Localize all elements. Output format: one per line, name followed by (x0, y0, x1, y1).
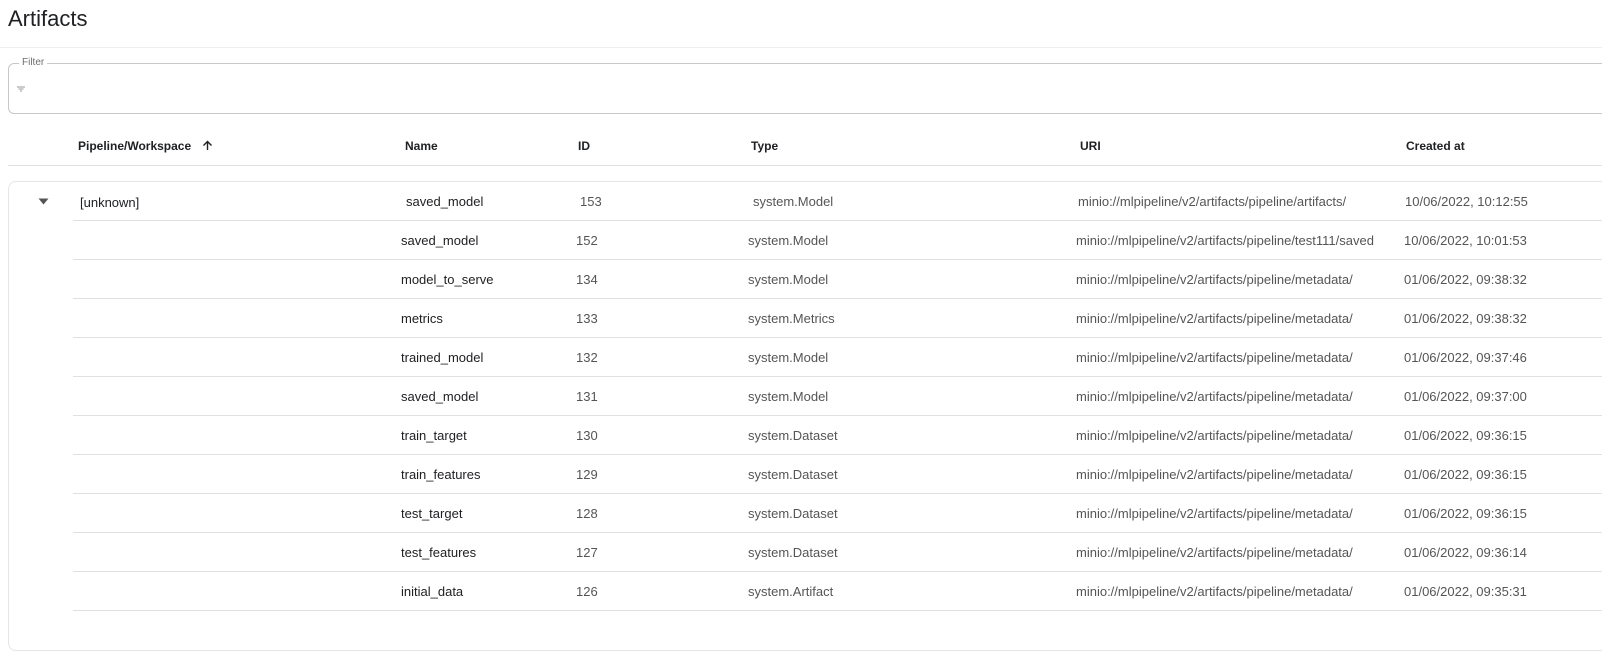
cell-uri: minio://mlpipeline/v2/artifacts/pipeline… (1078, 194, 1347, 209)
filter-icon (17, 86, 25, 92)
cell-created: 01/06/2022, 09:37:46 (1404, 350, 1527, 365)
column-header-name[interactable]: Name (405, 139, 438, 153)
column-header-pipeline[interactable]: Pipeline/Workspace (78, 139, 213, 153)
table-row[interactable]: trained_model 132 system.Model minio://mlpi… (0, 338, 1602, 377)
cell-id: 126 (576, 584, 598, 599)
cell-name[interactable]: initial_data (401, 584, 463, 599)
cell-name[interactable]: test_features (401, 545, 476, 560)
cell-uri: minio://mlpipeline/v2/artifacts/pipeline… (1076, 350, 1353, 365)
cell-type: system.Model (748, 272, 829, 287)
row-divider (73, 610, 1602, 611)
cell-created: 01/06/2022, 09:36:14 (1404, 545, 1527, 560)
cell-id: 127 (576, 545, 598, 560)
cell-name[interactable]: saved_model (401, 233, 478, 248)
cell-id: 153 (580, 194, 602, 209)
cell-created: 01/06/2022, 09:36:15 (1404, 467, 1527, 482)
column-header-id[interactable]: ID (578, 139, 590, 153)
table-row[interactable]: train_features 129 system.Dataset minio://m… (0, 455, 1602, 494)
cell-type: system.Dataset (748, 545, 838, 560)
table-row[interactable]: saved_model 152 system.Model minio://mlpipe… (0, 221, 1602, 260)
cell-id: 131 (576, 389, 598, 404)
cell-created: 10/06/2022, 10:01:53 (1404, 233, 1527, 248)
cell-id: 129 (576, 467, 598, 482)
cell-created: 10/06/2022, 10:12:55 (1405, 194, 1528, 209)
cell-id: 128 (576, 506, 598, 521)
cell-type: system.Metrics (748, 311, 835, 326)
table-row[interactable]: initial_data 126 system.Artifact minio://ml… (0, 572, 1602, 611)
cell-name[interactable]: model_to_serve (401, 272, 494, 287)
table-header: Pipeline/Workspace Name ID Type URI Crea… (0, 128, 1602, 165)
cell-name[interactable]: metrics (401, 311, 443, 326)
cell-uri: minio://mlpipeline/v2/artifacts/pipeline… (1076, 506, 1353, 521)
cell-type: system.Model (748, 389, 829, 404)
cell-id: 132 (576, 350, 598, 365)
cell-created: 01/06/2022, 09:37:00 (1404, 389, 1527, 404)
cell-uri: minio://mlpipeline/v2/artifacts/pipeline… (1076, 389, 1353, 404)
cell-type: system.Dataset (748, 467, 838, 482)
cell-type: system.Model (748, 233, 829, 248)
cell-uri: minio://mlpipeline/v2/artifacts/pipeline… (1076, 311, 1353, 326)
cell-created: 01/06/2022, 09:38:32 (1404, 272, 1527, 287)
column-header-created-at[interactable]: Created at (1406, 139, 1465, 153)
arrow-up-icon[interactable] (202, 140, 213, 151)
cell-id: 152 (576, 233, 598, 248)
cell-id: 130 (576, 428, 598, 443)
cell-name[interactable]: trained_model (401, 350, 483, 365)
cell-id: 134 (576, 272, 598, 287)
cell-type: system.Artifact (748, 584, 834, 599)
cell-name[interactable]: train_features (401, 467, 481, 482)
filter-field[interactable]: Filter (8, 57, 1602, 114)
table-row[interactable]: test_features 127 system.Dataset minio://ml… (0, 533, 1602, 572)
cell-name[interactable]: saved_model (401, 389, 478, 404)
cell-uri: minio://mlpipeline/v2/artifacts/pipeline… (1076, 467, 1353, 482)
column-header-pipeline-label: Pipeline/Workspace (78, 139, 192, 153)
cell-uri: minio://mlpipeline/v2/artifacts/pipeline… (1076, 584, 1353, 599)
table-row[interactable]: saved_model 131 system.Model minio://mlpipe… (0, 377, 1602, 416)
cell-type: system.Model (753, 194, 834, 209)
header-divider (8, 165, 1602, 166)
filter-input[interactable] (31, 76, 1535, 104)
cell-uri: minio://mlpipeline/v2/artifacts/pipeline… (1076, 428, 1353, 443)
filter-label: Filter (19, 57, 48, 69)
cell-name[interactable]: train_target (401, 428, 467, 443)
page-title: Artifacts (8, 6, 88, 31)
table-row[interactable]: model_to_serve 134 system.Model minio://mlp… (0, 260, 1602, 299)
cell-uri: minio://mlpipeline/v2/artifacts/pipeline… (1076, 272, 1353, 287)
cell-created: 01/06/2022, 09:38:32 (1404, 311, 1527, 326)
table-row[interactable]: metrics 133 system.Metrics minio://mlpipeli… (0, 299, 1602, 338)
column-header-uri[interactable]: URI (1080, 139, 1101, 153)
cell-type: system.Dataset (748, 428, 838, 443)
cell-created: 01/06/2022, 09:36:15 (1404, 428, 1527, 443)
table-row[interactable]: saved_model 153 system.Model minio://mlpipe… (0, 182, 1602, 221)
table-row[interactable]: test_target 128 system.Dataset minio://mlpi… (0, 494, 1602, 533)
column-header-type[interactable]: Type (751, 139, 778, 153)
cell-name[interactable]: saved_model (406, 194, 483, 209)
table-row[interactable]: train_target 130 system.Dataset minio://mlp… (0, 416, 1602, 455)
cell-uri: minio://mlpipeline/v2/artifacts/pipeline… (1076, 233, 1374, 248)
cell-type: system.Model (748, 350, 829, 365)
cell-name[interactable]: test_target (401, 506, 462, 521)
cell-created: 01/06/2022, 09:35:31 (1404, 584, 1527, 599)
cell-uri: minio://mlpipeline/v2/artifacts/pipeline… (1076, 545, 1353, 560)
cell-created: 01/06/2022, 09:36:15 (1404, 506, 1527, 521)
cell-type: system.Dataset (748, 506, 838, 521)
cell-id: 133 (576, 311, 598, 326)
title-divider (0, 47, 1602, 48)
